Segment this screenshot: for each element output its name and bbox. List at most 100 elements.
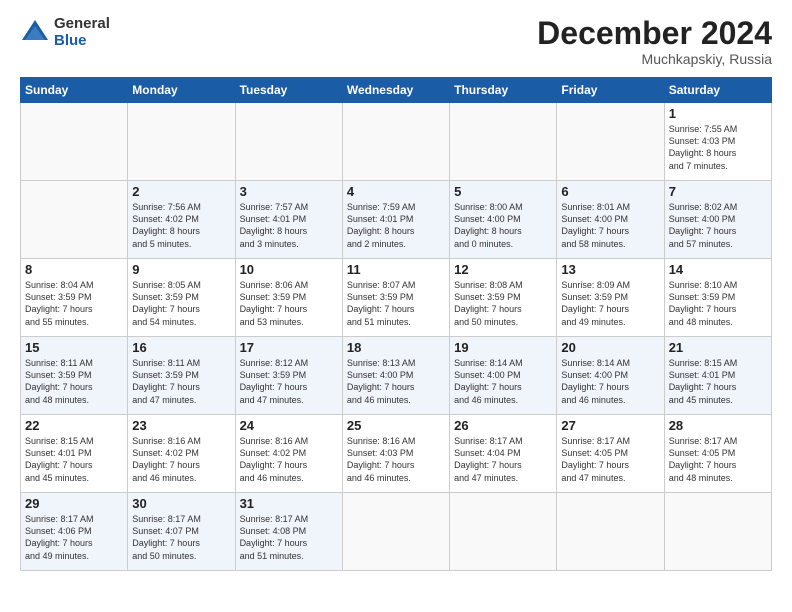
day-cell-31: 31 Sunrise: 8:17 AMSunset: 4:08 PMDayligh…: [235, 493, 342, 571]
empty-cell: [235, 103, 342, 181]
day-number: 25: [347, 418, 445, 433]
day-cell-26: 26 Sunrise: 8:17 AMSunset: 4:04 PMDayligh…: [450, 415, 557, 493]
day-number: 24: [240, 418, 338, 433]
calendar-row: 2Sunrise: 7:56 AMSunset: 4:02 PMDaylight…: [21, 181, 772, 259]
logo: General Blue: [20, 16, 110, 49]
empty-cell: [557, 493, 664, 571]
day-cell-30: 30 Sunrise: 8:17 AMSunset: 4:07 PMDayligh…: [128, 493, 235, 571]
day-info: Sunrise: 8:14 AMSunset: 4:00 PMDaylight:…: [561, 358, 630, 404]
day-cell-7: 7Sunrise: 8:02 AMSunset: 4:00 PMDaylight…: [664, 181, 771, 259]
day-info: Sunrise: 8:05 AMSunset: 3:59 PMDaylight:…: [132, 280, 201, 326]
day-cell-21: 21 Sunrise: 8:15 AMSunset: 4:01 PMDayligh…: [664, 337, 771, 415]
location: Muchkapskiy, Russia: [537, 51, 772, 67]
day-number: 30: [132, 496, 230, 511]
day-number: 1: [669, 106, 767, 121]
day-number: 12: [454, 262, 552, 277]
day-number: 8: [25, 262, 123, 277]
day-number: 18: [347, 340, 445, 355]
day-cell-14: 14 Sunrise: 8:10 AMSunset: 3:59 PMDayligh…: [664, 259, 771, 337]
day-info: Sunrise: 8:17 AMSunset: 4:07 PMDaylight:…: [132, 514, 201, 560]
day-info: Sunrise: 8:13 AMSunset: 4:00 PMDaylight:…: [347, 358, 416, 404]
empty-cell: [450, 493, 557, 571]
header-cell-sunday: Sunday: [21, 78, 128, 103]
calendar-row: 8Sunrise: 8:04 AMSunset: 3:59 PMDaylight…: [21, 259, 772, 337]
day-info: Sunrise: 8:17 AMSunset: 4:05 PMDaylight:…: [669, 436, 738, 482]
empty-cell: [450, 103, 557, 181]
day-info: Sunrise: 8:01 AMSunset: 4:00 PMDaylight:…: [561, 202, 630, 248]
day-info: Sunrise: 8:00 AMSunset: 4:00 PMDaylight:…: [454, 202, 523, 248]
day-info: Sunrise: 8:02 AMSunset: 4:00 PMDaylight:…: [669, 202, 738, 248]
day-number: 13: [561, 262, 659, 277]
header-cell-friday: Friday: [557, 78, 664, 103]
day-number: 31: [240, 496, 338, 511]
empty-cell: [21, 181, 128, 259]
logo-icon: [20, 18, 50, 48]
day-cell-12: 12Sunrise: 8:08 AMSunset: 3:59 PMDayligh…: [450, 259, 557, 337]
calendar-row: 15 Sunrise: 8:11 AMSunset: 3:59 PMDayligh…: [21, 337, 772, 415]
day-cell-3: 3 Sunrise: 7:57 AMSunset: 4:01 PMDaylight…: [235, 181, 342, 259]
day-cell-17: 17Sunrise: 8:12 AMSunset: 3:59 PMDayligh…: [235, 337, 342, 415]
day-cell-19: 19Sunrise: 8:14 AMSunset: 4:00 PMDayligh…: [450, 337, 557, 415]
day-number: 28: [669, 418, 767, 433]
day-number: 23: [132, 418, 230, 433]
day-info: Sunrise: 7:59 AMSunset: 4:01 PMDaylight:…: [347, 202, 416, 248]
empty-cell: [21, 103, 128, 181]
day-info: Sunrise: 7:57 AMSunset: 4:01 PMDaylight:…: [240, 202, 309, 248]
day-cell-11: 11 Sunrise: 8:07 AMSunset: 3:59 PMDayligh…: [342, 259, 449, 337]
header-cell-monday: Monday: [128, 78, 235, 103]
day-number: 26: [454, 418, 552, 433]
day-number: 20: [561, 340, 659, 355]
day-cell-28: 28 Sunrise: 8:17 AMSunset: 4:05 PMDayligh…: [664, 415, 771, 493]
header: General Blue December 2024 Muchkapskiy, …: [20, 16, 772, 67]
day-info: Sunrise: 8:15 AMSunset: 4:01 PMDaylight:…: [669, 358, 738, 404]
calendar-row: 22Sunrise: 8:15 AMSunset: 4:01 PMDayligh…: [21, 415, 772, 493]
day-cell-29: 29 Sunrise: 8:17 AMSunset: 4:06 PMDayligh…: [21, 493, 128, 571]
day-info: Sunrise: 8:12 AMSunset: 3:59 PMDaylight:…: [240, 358, 309, 404]
day-cell-27: 27Sunrise: 8:17 AMSunset: 4:05 PMDayligh…: [557, 415, 664, 493]
header-cell-wednesday: Wednesday: [342, 78, 449, 103]
logo-blue: Blue: [54, 33, 110, 50]
empty-cell: [128, 103, 235, 181]
day-info: Sunrise: 8:11 AMSunset: 3:59 PMDaylight:…: [132, 358, 200, 404]
day-number: 21: [669, 340, 767, 355]
day-info: Sunrise: 8:17 AMSunset: 4:06 PMDaylight:…: [25, 514, 94, 560]
day-number: 9: [132, 262, 230, 277]
title-block: December 2024 Muchkapskiy, Russia: [537, 16, 772, 67]
day-cell-16: 16Sunrise: 8:11 AMSunset: 3:59 PMDayligh…: [128, 337, 235, 415]
day-number: 10: [240, 262, 338, 277]
day-cell-22: 22Sunrise: 8:15 AMSunset: 4:01 PMDayligh…: [21, 415, 128, 493]
day-info: Sunrise: 8:11 AMSunset: 3:59 PMDaylight:…: [25, 358, 93, 404]
calendar-row: 29 Sunrise: 8:17 AMSunset: 4:06 PMDayligh…: [21, 493, 772, 571]
day-info: Sunrise: 8:07 AMSunset: 3:59 PMDaylight:…: [347, 280, 416, 326]
day-cell-20: 20 Sunrise: 8:14 AMSunset: 4:00 PMDayligh…: [557, 337, 664, 415]
day-info: Sunrise: 8:16 AMSunset: 4:03 PMDaylight:…: [347, 436, 416, 482]
day-cell-18: 18 Sunrise: 8:13 AMSunset: 4:00 PMDayligh…: [342, 337, 449, 415]
day-cell-13: 13Sunrise: 8:09 AMSunset: 3:59 PMDayligh…: [557, 259, 664, 337]
day-number: 14: [669, 262, 767, 277]
day-info: Sunrise: 8:14 AMSunset: 4:00 PMDaylight:…: [454, 358, 523, 404]
day-cell-4: 4 Sunrise: 7:59 AMSunset: 4:01 PMDaylight…: [342, 181, 449, 259]
header-row: SundayMondayTuesdayWednesdayThursdayFrid…: [21, 78, 772, 103]
day-number: 4: [347, 184, 445, 199]
day-info: Sunrise: 7:56 AMSunset: 4:02 PMDaylight:…: [132, 202, 201, 248]
day-number: 11: [347, 262, 445, 277]
day-info: Sunrise: 8:17 AMSunset: 4:04 PMDaylight:…: [454, 436, 523, 482]
day-info: Sunrise: 8:16 AMSunset: 4:02 PMDaylight:…: [132, 436, 201, 482]
empty-cell: [557, 103, 664, 181]
logo-general: General: [54, 16, 110, 33]
day-cell-1: 1Sunrise: 7:55 AMSunset: 4:03 PMDaylight…: [664, 103, 771, 181]
day-info: Sunrise: 8:10 AMSunset: 3:59 PMDaylight:…: [669, 280, 738, 326]
day-number: 29: [25, 496, 123, 511]
day-cell-9: 9 Sunrise: 8:05 AMSunset: 3:59 PMDaylight…: [128, 259, 235, 337]
day-number: 5: [454, 184, 552, 199]
day-info: Sunrise: 8:06 AMSunset: 3:59 PMDaylight:…: [240, 280, 309, 326]
day-number: 3: [240, 184, 338, 199]
day-cell-23: 23 Sunrise: 8:16 AMSunset: 4:02 PMDayligh…: [128, 415, 235, 493]
day-cell-15: 15 Sunrise: 8:11 AMSunset: 3:59 PMDayligh…: [21, 337, 128, 415]
header-cell-tuesday: Tuesday: [235, 78, 342, 103]
day-info: Sunrise: 8:15 AMSunset: 4:01 PMDaylight:…: [25, 436, 94, 482]
day-number: 15: [25, 340, 123, 355]
page: General Blue December 2024 Muchkapskiy, …: [0, 0, 792, 581]
day-cell-10: 10 Sunrise: 8:06 AMSunset: 3:59 PMDayligh…: [235, 259, 342, 337]
day-info: Sunrise: 8:17 AMSunset: 4:08 PMDaylight:…: [240, 514, 309, 560]
